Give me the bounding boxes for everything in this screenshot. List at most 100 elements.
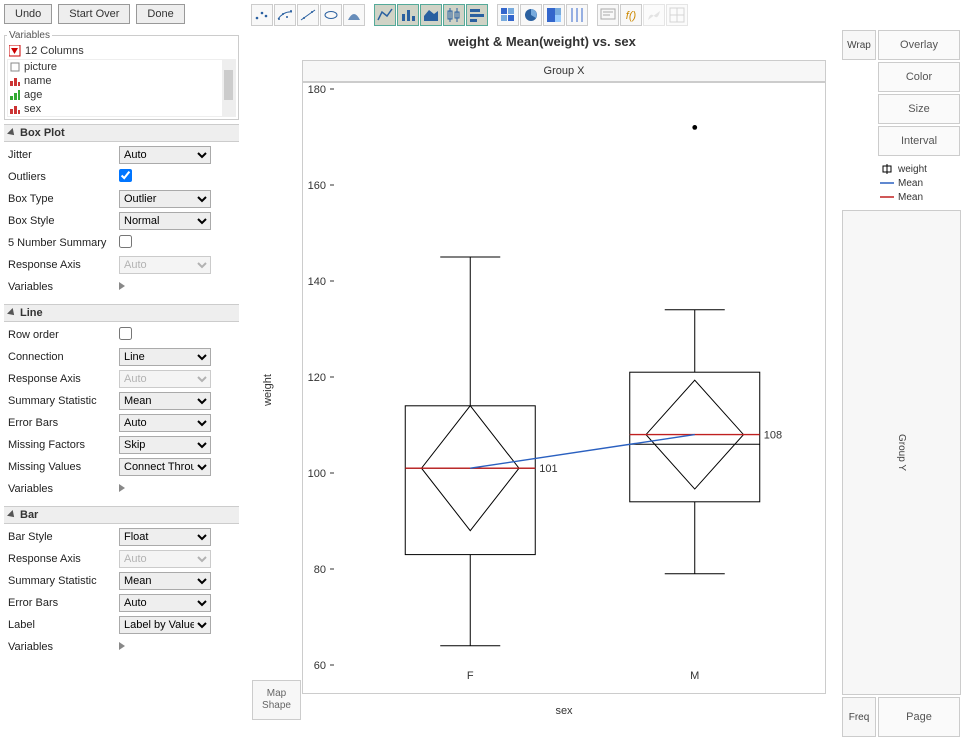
columns-header[interactable]: 12 Columns [7, 43, 236, 59]
errbars-line-label: Error Bars [4, 417, 119, 429]
jitter-select[interactable]: Auto [119, 146, 211, 164]
sumstat-line-select[interactable]: Mean [119, 392, 211, 410]
nominal-col-icon [10, 104, 20, 114]
respaxis-boxplot-select[interactable]: Auto [119, 256, 211, 274]
svg-text:M: M [690, 670, 699, 682]
barstyle-label: Bar Style [4, 531, 119, 543]
barstyle-select[interactable]: Float [119, 528, 211, 546]
svg-text:140: 140 [308, 276, 326, 288]
undo-button[interactable]: Undo [4, 4, 52, 24]
line-section-header[interactable]: Line [4, 304, 239, 322]
group-y-dropzone[interactable]: Group Y [842, 210, 961, 695]
parallel-icon[interactable] [566, 4, 588, 26]
smooth-scatter-icon[interactable] [274, 4, 296, 26]
label-bar-select[interactable]: Label by Value [119, 616, 211, 634]
y-axis-label: weight [262, 374, 274, 406]
roworder-checkbox[interactable] [119, 327, 132, 340]
missval-select[interactable]: Connect Throu [119, 458, 211, 476]
start-over-button[interactable]: Start Over [58, 4, 130, 24]
shape-icon[interactable] [643, 4, 665, 26]
boxstyle-select[interactable]: Normal [119, 212, 211, 230]
errbars-bar-select[interactable]: Auto [119, 594, 211, 612]
ellipse-icon[interactable] [320, 4, 342, 26]
color-dropzone[interactable]: Color [878, 62, 960, 92]
size-dropzone[interactable]: Size [878, 94, 960, 124]
missfac-select[interactable]: Skip [119, 436, 211, 454]
svg-text:101: 101 [539, 463, 557, 475]
columns-disclosure-icon[interactable] [9, 45, 21, 57]
outliers-checkbox[interactable] [119, 169, 132, 182]
boxtype-select[interactable]: Outlier [119, 190, 211, 208]
formula-icon[interactable]: f() [620, 4, 642, 26]
variables-disclosure-icon[interactable] [119, 642, 125, 650]
svg-text:60: 60 [314, 660, 326, 672]
area-chart-icon[interactable] [420, 4, 442, 26]
contour-icon[interactable] [343, 4, 365, 26]
list-item[interactable]: age [8, 88, 235, 102]
chart-type-toolbar: f() [251, 4, 696, 26]
errbars-line-select[interactable]: Auto [119, 414, 211, 432]
errbars-bar-label: Error Bars [4, 597, 119, 609]
svg-text:F: F [467, 670, 474, 682]
svg-text:120: 120 [308, 372, 326, 384]
variables-disclosure-icon[interactable] [119, 484, 125, 492]
bar-chart-icon[interactable] [397, 4, 419, 26]
respaxis-line-select[interactable]: Auto [119, 370, 211, 388]
overlay-dropzone[interactable]: Overlay [878, 30, 960, 60]
label-bar-label: Label [4, 619, 119, 631]
x-axis-label: sex [302, 705, 826, 717]
variable-list[interactable]: picture name age sex [7, 59, 236, 117]
svg-text:160: 160 [308, 180, 326, 192]
variables-bar-label: Variables [4, 641, 119, 653]
sumstat-bar-label: Summary Statistic [4, 575, 119, 587]
bar-section-header[interactable]: Bar [4, 506, 239, 524]
boxplot-section-header[interactable]: Box Plot [4, 124, 239, 142]
wrap-dropzone[interactable]: Wrap [842, 30, 876, 60]
fit-line-icon[interactable] [297, 4, 319, 26]
plot-svg: 6080100120140160180FM101108 [303, 83, 827, 695]
nominal-col-icon [10, 76, 20, 86]
respaxis-bar-select[interactable]: Auto [119, 550, 211, 568]
chart-title: weight & Mean(weight) vs. sex [243, 30, 841, 53]
sumstat-bar-select[interactable]: Mean [119, 572, 211, 590]
done-button[interactable]: Done [136, 4, 184, 24]
boxplot-legend-icon [880, 164, 894, 174]
connection-select[interactable]: Line [119, 348, 211, 366]
group-x-dropzone[interactable]: Group X [302, 60, 826, 82]
list-item[interactable]: name [8, 74, 235, 88]
missval-label: Missing Values [4, 461, 119, 473]
hbar-icon[interactable] [466, 4, 488, 26]
map-shape-dropzone[interactable]: MapShape [252, 680, 301, 720]
disclosure-icon [7, 510, 17, 520]
list-item[interactable]: picture [8, 60, 235, 74]
map-icon[interactable] [666, 4, 688, 26]
treemap-icon[interactable] [543, 4, 565, 26]
missfac-label: Missing Factors [4, 439, 119, 451]
freq-dropzone[interactable]: Freq [842, 697, 876, 737]
respaxis-bar-label: Response Axis [4, 553, 119, 565]
red-line-legend-icon [880, 192, 894, 202]
caption-icon[interactable] [597, 4, 619, 26]
blue-line-legend-icon [880, 178, 894, 188]
plot-region[interactable]: 6080100120140160180FM101108 [302, 82, 826, 694]
page-dropzone[interactable]: Page [878, 697, 960, 737]
line-chart-icon[interactable] [374, 4, 396, 26]
columns-count-label: 12 Columns [25, 45, 84, 57]
heatmap-icon[interactable] [497, 4, 519, 26]
list-item[interactable]: sex [8, 102, 235, 116]
svg-text:80: 80 [314, 564, 326, 576]
fivenum-checkbox[interactable] [119, 235, 132, 248]
svg-text:108: 108 [764, 430, 782, 442]
pie-icon[interactable] [520, 4, 542, 26]
expression-col-icon [10, 62, 20, 72]
boxplot-icon[interactable] [443, 4, 465, 26]
boxstyle-label: Box Style [4, 215, 119, 227]
outliers-label: Outliers [4, 171, 119, 183]
interval-dropzone[interactable]: Interval [878, 126, 960, 156]
boxtype-label: Box Type [4, 193, 119, 205]
variables-disclosure-icon[interactable] [119, 282, 125, 290]
sumstat-line-label: Summary Statistic [4, 395, 119, 407]
scatter-icon[interactable] [251, 4, 273, 26]
svg-text:f(): f() [626, 10, 637, 22]
variable-scrollbar[interactable] [222, 60, 235, 116]
